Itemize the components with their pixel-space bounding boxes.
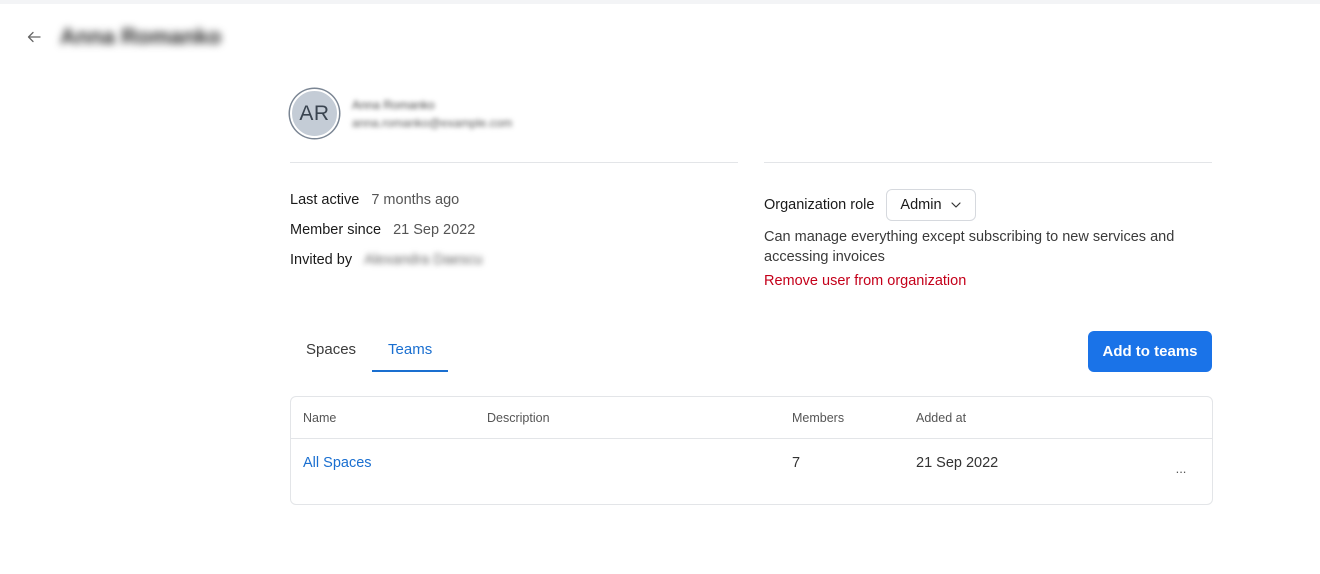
profile-email: anna.romanko@example.com (352, 115, 513, 130)
column-header-name: Name (303, 411, 337, 425)
column-header-added-at: Added at (916, 411, 967, 425)
last-active-value: 7 months ago (371, 192, 460, 208)
avatar: AR (290, 89, 339, 138)
add-to-teams-button[interactable]: Add to teams (1088, 331, 1212, 372)
table-row: All Spaces 7 21 Sep 2022 ... (291, 439, 1212, 505)
last-active-label: Last active (290, 192, 360, 208)
page-title: Anna Romanko (60, 24, 222, 49)
role-dropdown[interactable]: Admin (886, 189, 976, 221)
organization-role-row: Organization role Admin (764, 189, 1212, 221)
profile-name: Anna Romanko (352, 97, 435, 112)
role-dropdown-value: Admin (900, 197, 942, 213)
profile-text: Anna Romanko anna.romanko@example.com (352, 98, 512, 130)
team-members-count: 7 (792, 455, 801, 471)
role-description: Can manage everything except subscribing… (764, 229, 1175, 265)
member-since-label: Member since (290, 222, 382, 238)
team-name-link[interactable]: All Spaces (303, 455, 372, 471)
back-button[interactable] (24, 27, 44, 47)
column-header-members: Members (792, 411, 845, 425)
user-meta: Last active 7 months ago Member since 21… (290, 192, 483, 282)
arrow-left-icon (27, 31, 41, 43)
page-header: Anna Romanko (24, 22, 221, 52)
team-added-at: 21 Sep 2022 (916, 455, 999, 471)
teams-table: Name Description Members Added at All Sp… (290, 396, 1213, 505)
chevron-down-icon (950, 199, 962, 211)
tab-bar: Spaces Teams (290, 326, 449, 372)
remove-user-link[interactable]: Remove user from organization (764, 273, 966, 289)
column-header-description: Description (487, 411, 550, 425)
row-menu-button[interactable]: ... (1171, 461, 1191, 477)
table-header: Name Description Members Added at (291, 397, 1212, 439)
divider (290, 162, 738, 163)
member-since-value: 21 Sep 2022 (393, 222, 476, 238)
organization-role-label: Organization role (764, 197, 875, 213)
tab-spaces[interactable]: Spaces (290, 326, 372, 372)
user-profile: AR Anna Romanko anna.romanko@example.com (290, 89, 512, 138)
top-strip (0, 0, 1320, 4)
invited-by-label: Invited by (290, 252, 353, 268)
member-since-row: Member since 21 Sep 2022 (290, 222, 483, 252)
invited-by-value: Alexandra Daescu (364, 252, 483, 268)
invited-by-row: Invited by Alexandra Daescu (290, 252, 483, 282)
organization-role-section: Organization role Admin Can manage every… (764, 189, 1212, 290)
tab-teams[interactable]: Teams (372, 326, 449, 372)
divider (764, 162, 1212, 163)
last-active-row: Last active 7 months ago (290, 192, 483, 222)
